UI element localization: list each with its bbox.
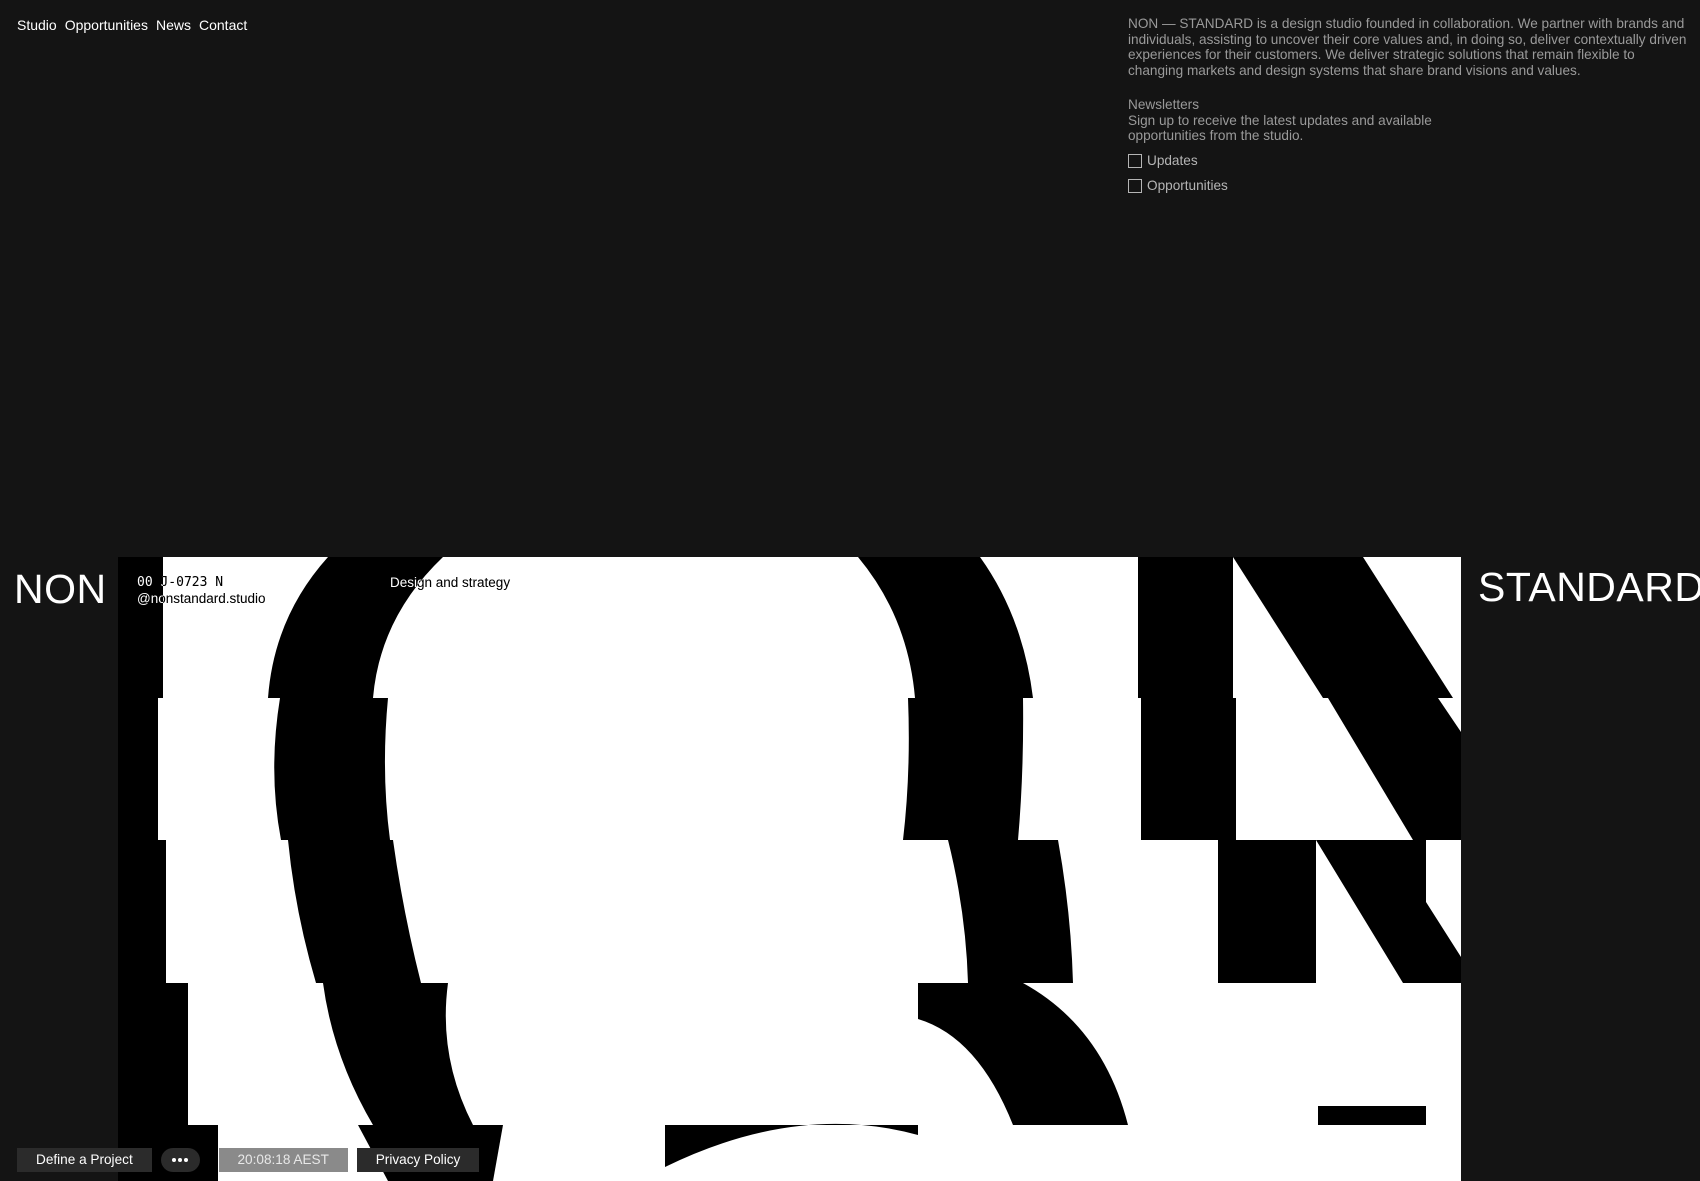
updates-checkbox[interactable] <box>1128 154 1142 168</box>
opportunities-checkbox[interactable] <box>1128 179 1142 193</box>
dot-1 <box>172 1158 177 1162</box>
dot-3 <box>184 1158 189 1162</box>
newsletter-section: Newsletters Sign up to receive the lates… <box>1128 97 1458 144</box>
hero-social-handle[interactable]: @nonstandard.studio <box>137 591 266 607</box>
nav-item-studio[interactable]: Studio <box>17 16 57 34</box>
glitch-slice-4 <box>118 983 1426 1125</box>
define-project-button[interactable]: Define a Project <box>17 1148 152 1172</box>
nav-item-news[interactable]: News <box>156 16 191 34</box>
updates-label: Updates <box>1147 153 1198 168</box>
newsletter-title: Newsletters <box>1128 97 1200 112</box>
glitch-letterform-graphic <box>118 557 1461 1181</box>
glitch-slice-3 <box>118 840 1461 983</box>
hero-project-code: 00 J-0723 N <box>137 575 224 590</box>
glitch-slice-2 <box>118 698 1461 840</box>
studio-description-text: NON — STANDARD is a design studio founde… <box>1128 16 1687 78</box>
newsletter-option-updates[interactable]: Updates <box>1128 153 1198 169</box>
glitch-slice-1 <box>118 557 1453 698</box>
more-dots-icon[interactable] <box>160 1148 200 1172</box>
brand-wordmark-right: STANDARD <box>1478 564 1700 610</box>
newsletter-description: Sign up to receive the latest updates an… <box>1128 112 1432 144</box>
brand-wordmark-left: NON <box>14 566 107 612</box>
dot-2 <box>178 1158 183 1162</box>
opportunities-label: Opportunities <box>1147 178 1228 193</box>
hero-tagline: Design and strategy <box>390 575 511 590</box>
main-nav: Studio Opportunities News Contact <box>17 16 247 34</box>
time-display: 20:08:18 AEST <box>218 1148 348 1172</box>
nav-item-opportunities[interactable]: Opportunities <box>65 16 148 34</box>
nav-item-contact[interactable]: Contact <box>199 16 247 34</box>
footer-toolbar: Define a Project 20:08:18 AEST Privacy P… <box>17 1148 480 1172</box>
studio-description: NON — STANDARD is a design studio founde… <box>1128 16 1688 78</box>
newsletter-option-opportunities[interactable]: Opportunities <box>1128 178 1228 194</box>
privacy-policy-button[interactable]: Privacy Policy <box>356 1148 480 1172</box>
hero-artwork <box>118 557 1461 1181</box>
